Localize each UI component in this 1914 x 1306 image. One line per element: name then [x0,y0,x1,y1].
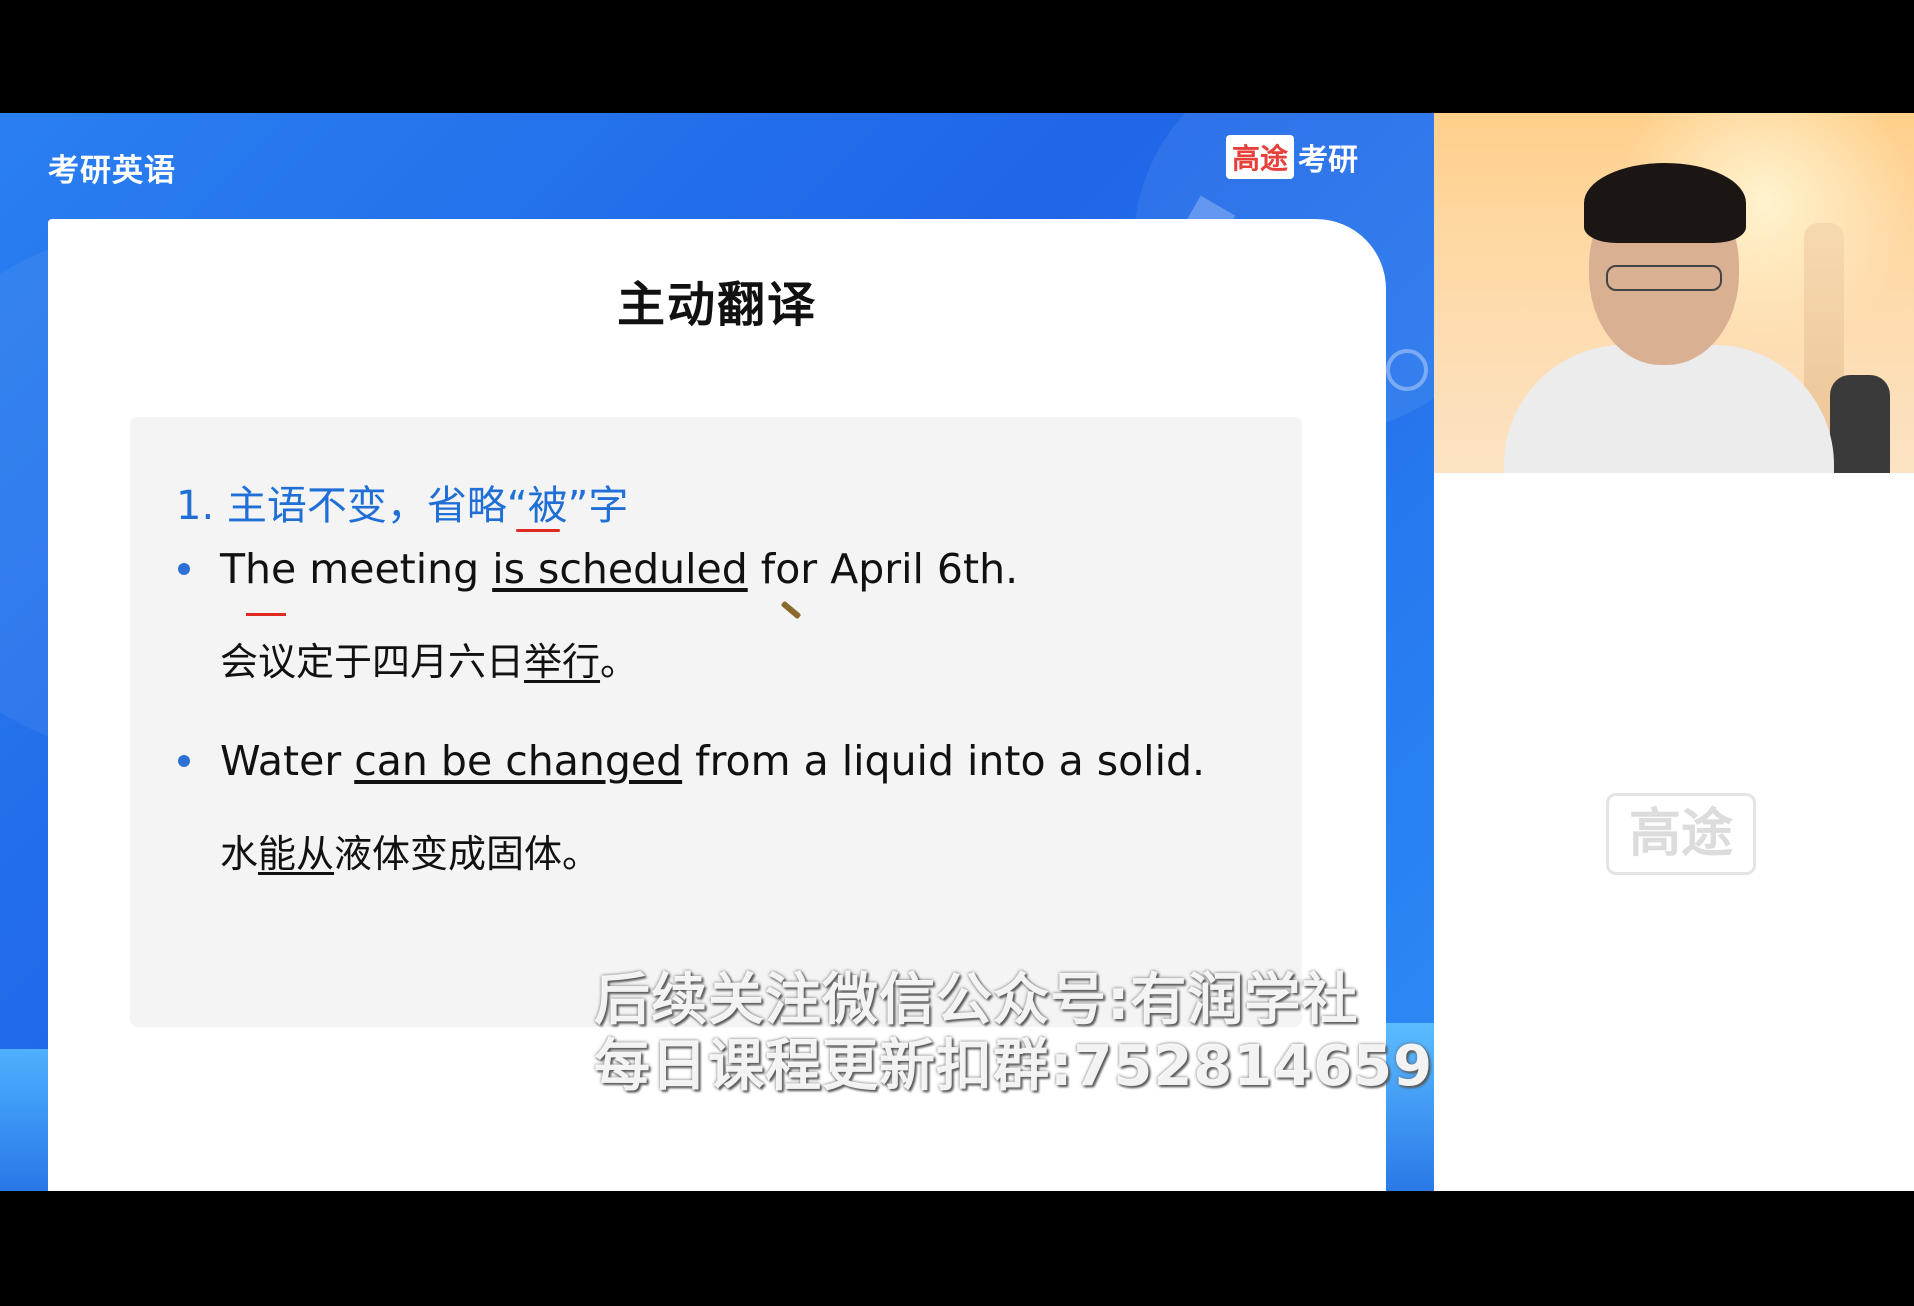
example-zh-text: 会议定于四月六日 [220,640,525,684]
chair [1830,375,1890,473]
example-zh-text: 水 [220,832,259,876]
overlay-watermark: 后续关注微信公众号:有润学社 每日课程更新扣群:752814659 [594,968,1433,1100]
example-zh-1: 会议定于四月六日举行。 [220,631,638,686]
content-box: 1. 主语不变，省略“被”字 The meeting is scheduled … [130,417,1302,1027]
example-zh-underlined: 能从 [258,832,335,876]
annotation-underline [246,613,286,616]
watermark-line: 后续关注微信公众号:有润学社 [594,968,1359,1033]
slide-title: 主动翻译 [616,277,817,333]
brand-text: 考研 [1298,143,1359,178]
presenter-hair [1584,163,1746,243]
example-en-2: Water can be changed from a liquid into … [220,737,1205,785]
rule-text: 1. 主语不变，省略“被”字 [176,483,629,529]
watermark-line: 每日课程更新扣群:752814659 [594,1034,1434,1099]
brand-logo: 高途 考研 [1226,135,1358,179]
glasses-icon [1606,265,1722,291]
brand-box: 高途 [1226,135,1295,179]
example-zh-2: 水能从液体变成固体。 [220,823,600,878]
example-zh-underlined: 举行 [524,640,601,684]
annotation-underline [516,529,560,532]
bullet-icon [178,755,190,767]
example-en-text: for April 6th. [747,545,1019,593]
example-en-text: The meeting [220,545,493,593]
webcam-video [1434,113,1914,473]
logo-watermark: 高途 [1606,793,1756,875]
example-zh-text: 液体变成固体。 [334,832,601,876]
example-en-1: The meeting is scheduled for April 6th. [220,545,1018,593]
rule-heading: 1. 主语不变，省略“被”字 [176,473,629,532]
bullet-icon [178,563,190,575]
example-en-text: from a liquid into a solid. [682,737,1206,785]
example-en-underlined: is scheduled [492,545,748,593]
side-panel: 高途 [1434,113,1914,1191]
example-en-text: Water [220,737,355,785]
example-en-underlined: can be changed [354,737,683,785]
example-zh-text: 。 [600,640,639,684]
gear-decoration-icon [1386,349,1428,391]
course-title: 考研英语 [48,153,176,189]
